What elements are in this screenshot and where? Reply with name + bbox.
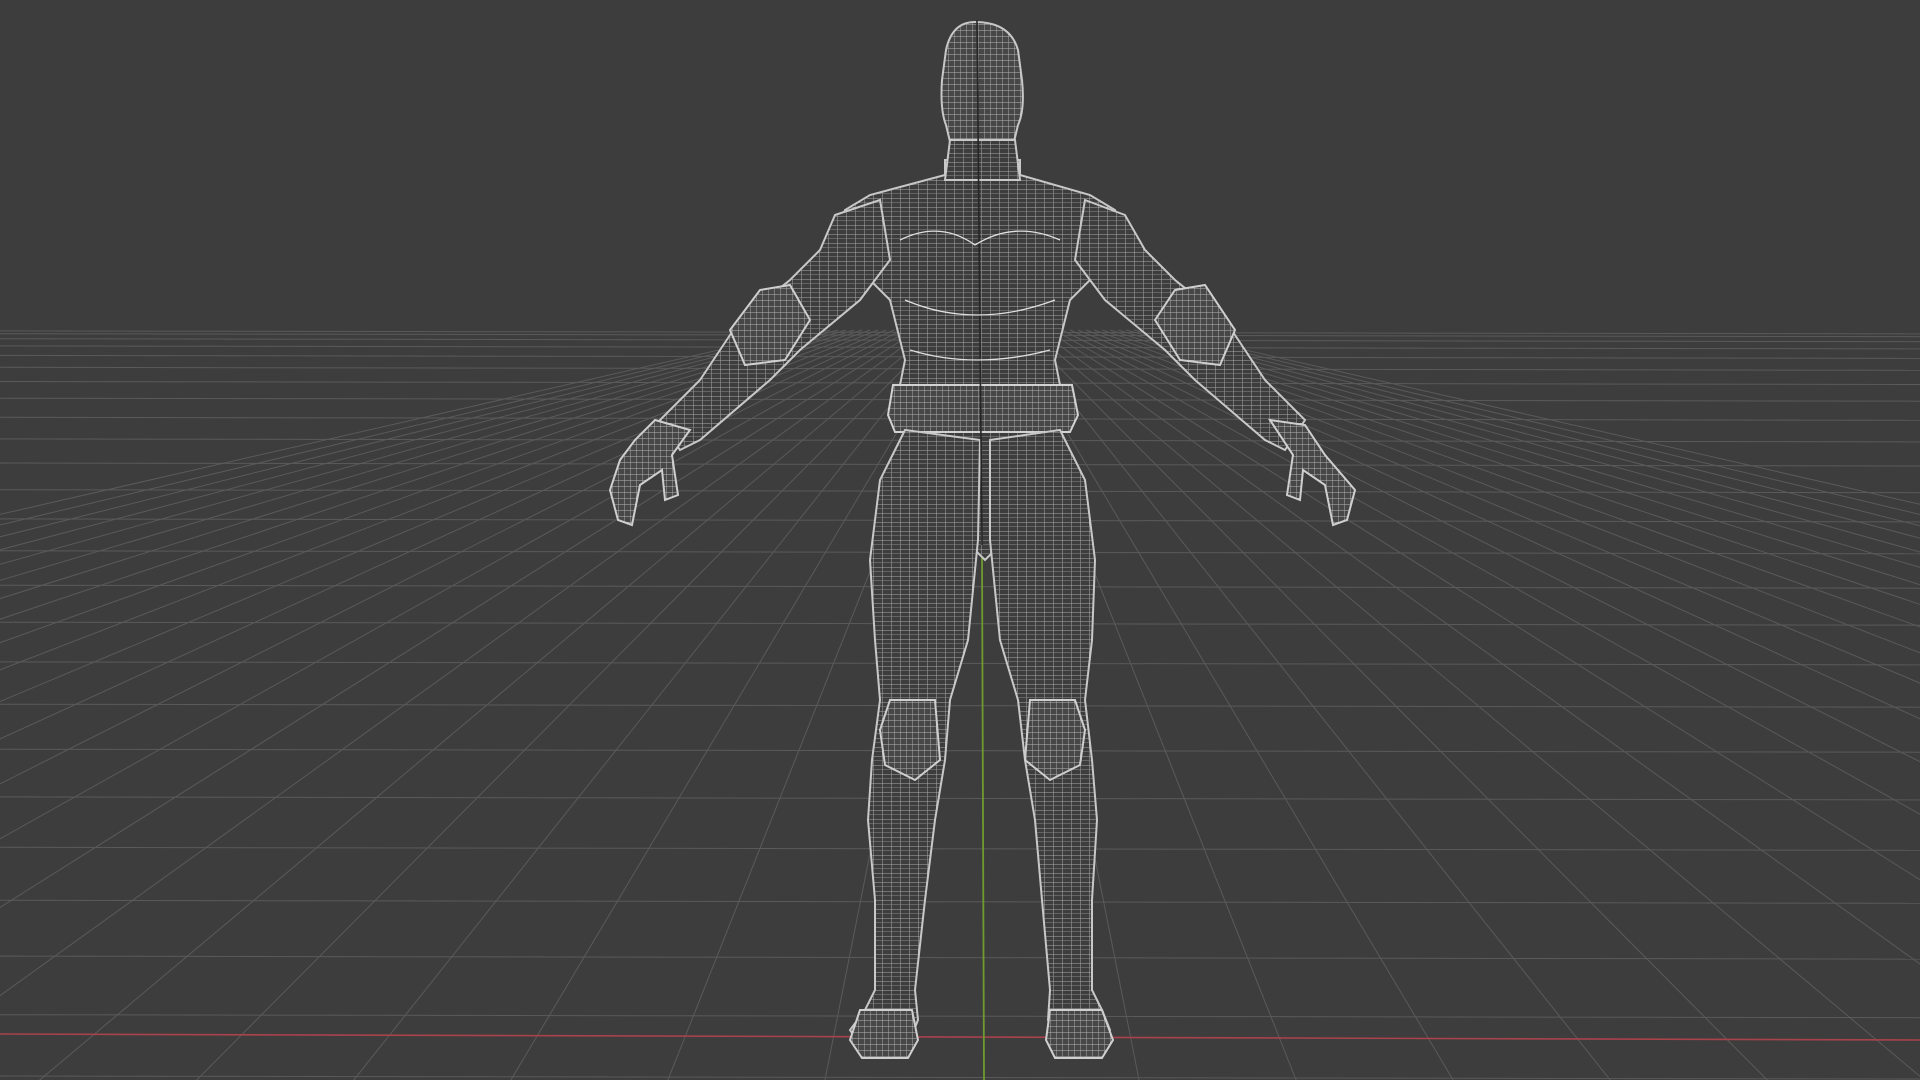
grid-line-depth [1045,329,1920,881]
grid-line-horizontal [0,796,1920,801]
grid-line-depth [1061,329,1920,763]
grid-line-depth [1029,329,1920,1078]
3d-viewport[interactable] [0,0,1920,1080]
grid-line-depth [1085,329,1920,654]
grid-line-horizontal [0,955,1920,960]
mesh-right-hand [1267,418,1357,527]
grid-line-horizontal [0,1014,1920,1019]
grid-line-horizontal [0,748,1920,753]
mesh-belt [886,384,1080,433]
grid-line-horizontal [0,703,1920,708]
grid-line-horizontal [0,899,1920,904]
grid-line-depth [1125,329,1920,553]
mesh-left-foot [848,1009,920,1059]
x-axis-line [0,1033,1920,1041]
grid-line-depth [1013,329,1611,1080]
mesh-right-knee [1023,699,1087,782]
mesh-neck [943,139,1022,181]
grid-line-horizontal [0,1075,1920,1080]
mesh-right-foot [1044,1009,1115,1059]
viewport-canvas[interactable] [0,0,1920,1080]
grid-line-depth [1069,329,1920,720]
grid-line-depth [1037,329,1920,965]
grid-line-depth [1021,329,1768,1080]
grid-line-depth [1093,329,1920,628]
grid-line-depth [1141,329,1920,527]
grid-line-horizontal [0,846,1920,851]
grid-line-depth [1117,329,1920,568]
y-axis-line [981,554,985,1080]
grid-line-depth [1149,329,1920,516]
grid-line-depth [1109,329,1920,586]
mesh-left-hand [608,418,692,527]
mesh-left-knee [878,699,942,782]
